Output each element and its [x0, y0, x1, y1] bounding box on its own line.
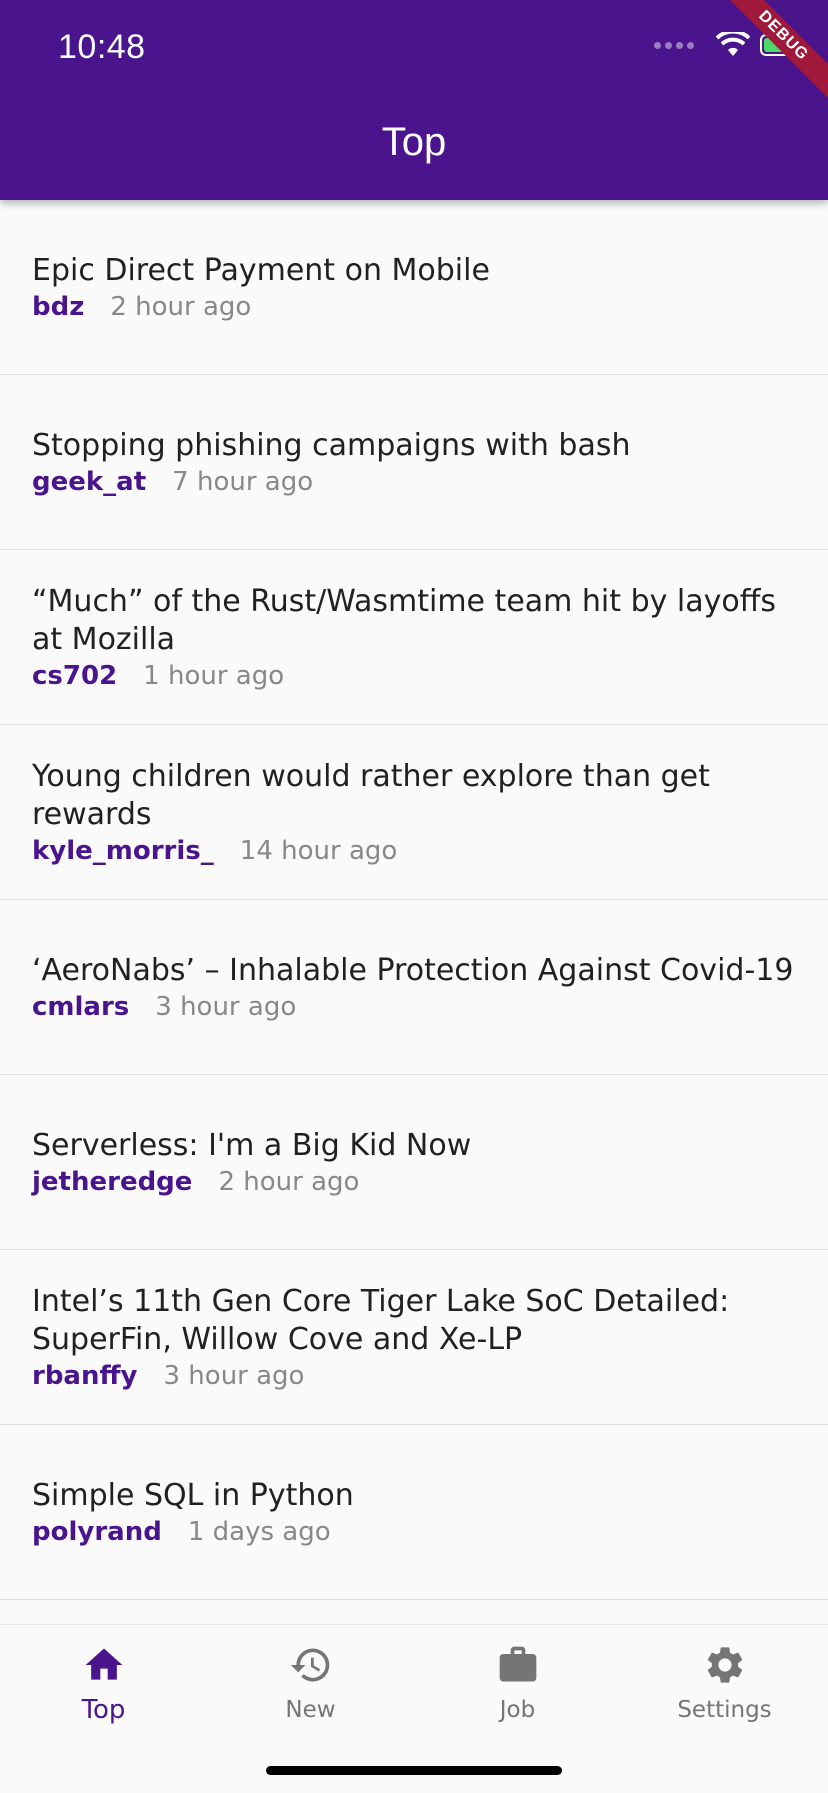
story-title: Stopping phishing campaigns with bash: [32, 428, 631, 463]
status-time: 10:48: [58, 28, 146, 66]
story-meta: geek_at 7 hour ago: [32, 467, 796, 497]
story-meta: cs702 1 hour ago: [32, 661, 796, 691]
story-author: cs702: [32, 661, 118, 691]
story-time: 2 hour ago: [218, 1167, 360, 1197]
list-item[interactable]: Stopping phishing campaigns with bash ge…: [0, 375, 828, 550]
page-title: Top: [381, 120, 447, 164]
story-title: “Much” of the Rust/Wasmtime team hit by …: [32, 584, 777, 657]
list-item[interactable]: Simple SQL in Python polyrand 1 days ago: [0, 1425, 828, 1600]
briefcase-icon: [499, 1646, 536, 1682]
story-time: 7 hour ago: [172, 467, 314, 497]
nav-label-new: New: [285, 1697, 336, 1723]
list-item[interactable]: Intel’s 11th Gen Core Tiger Lake SoC Det…: [0, 1250, 828, 1425]
story-meta: kyle_morris_ 14 hour ago: [32, 836, 796, 866]
story-time: 1 days ago: [187, 1517, 331, 1547]
story-author: cmlars: [32, 992, 130, 1022]
list-item[interactable]: Epic Direct Payment on Mobile bdz 2 hour…: [0, 200, 828, 375]
list-item[interactable]: Young children would rather explore than…: [0, 725, 828, 900]
story-time: 3 hour ago: [163, 1361, 305, 1391]
nav-item-top[interactable]: Top: [0, 1625, 207, 1793]
list-item[interactable]: “Much” of the Rust/Wasmtime team hit by …: [0, 550, 828, 725]
signal-icon: [654, 41, 694, 49]
nav-label-top: Top: [81, 1695, 126, 1725]
story-author: bdz: [32, 292, 85, 322]
gear-icon: [707, 1647, 742, 1683]
story-time: 14 hour ago: [239, 836, 398, 866]
history-icon: [290, 1648, 329, 1682]
home-icon: [85, 1648, 122, 1680]
story-time: 1 hour ago: [143, 661, 285, 691]
app-bar: 10:48 DEBUG Top: [0, 0, 828, 200]
story-title: Intel’s 11th Gen Core Tiger Lake SoC Det…: [32, 1284, 730, 1357]
story-meta: cmlars 3 hour ago: [32, 992, 796, 1022]
nav-label-job: Job: [499, 1697, 536, 1723]
nav-item-settings[interactable]: Settings: [621, 1625, 828, 1793]
story-title: Simple SQL in Python: [32, 1478, 354, 1513]
wifi-icon: [716, 32, 750, 56]
story-meta: jetheredge 2 hour ago: [32, 1167, 796, 1197]
list-item[interactable]: ‘AeroNabs’ – Inhalable Protection Agains…: [0, 900, 828, 1075]
story-author: kyle_morris_: [32, 836, 214, 866]
story-title: ‘AeroNabs’ – Inhalable Protection Agains…: [32, 953, 794, 988]
story-title: Serverless: I'm a Big Kid Now: [32, 1128, 472, 1163]
story-meta: bdz 2 hour ago: [32, 292, 796, 322]
home-indicator: [266, 1766, 562, 1775]
story-time: 3 hour ago: [155, 992, 297, 1022]
story-author: polyrand: [32, 1517, 162, 1547]
list-item[interactable]: Serverless: I'm a Big Kid Now jetheredge…: [0, 1075, 828, 1250]
story-meta: rbanffy 3 hour ago: [32, 1361, 796, 1391]
story-meta: polyrand 1 days ago: [32, 1517, 796, 1547]
story-author: rbanffy: [32, 1361, 138, 1391]
story-author: jetheredge: [32, 1167, 193, 1197]
story-list: Epic Direct Payment on Mobile bdz 2 hour…: [0, 200, 828, 1600]
nav-label-settings: Settings: [677, 1697, 772, 1723]
story-title: Epic Direct Payment on Mobile: [32, 253, 490, 288]
story-time: 2 hour ago: [110, 292, 252, 322]
story-title: Young children would rather explore than…: [32, 759, 710, 832]
story-author: geek_at: [32, 467, 147, 497]
